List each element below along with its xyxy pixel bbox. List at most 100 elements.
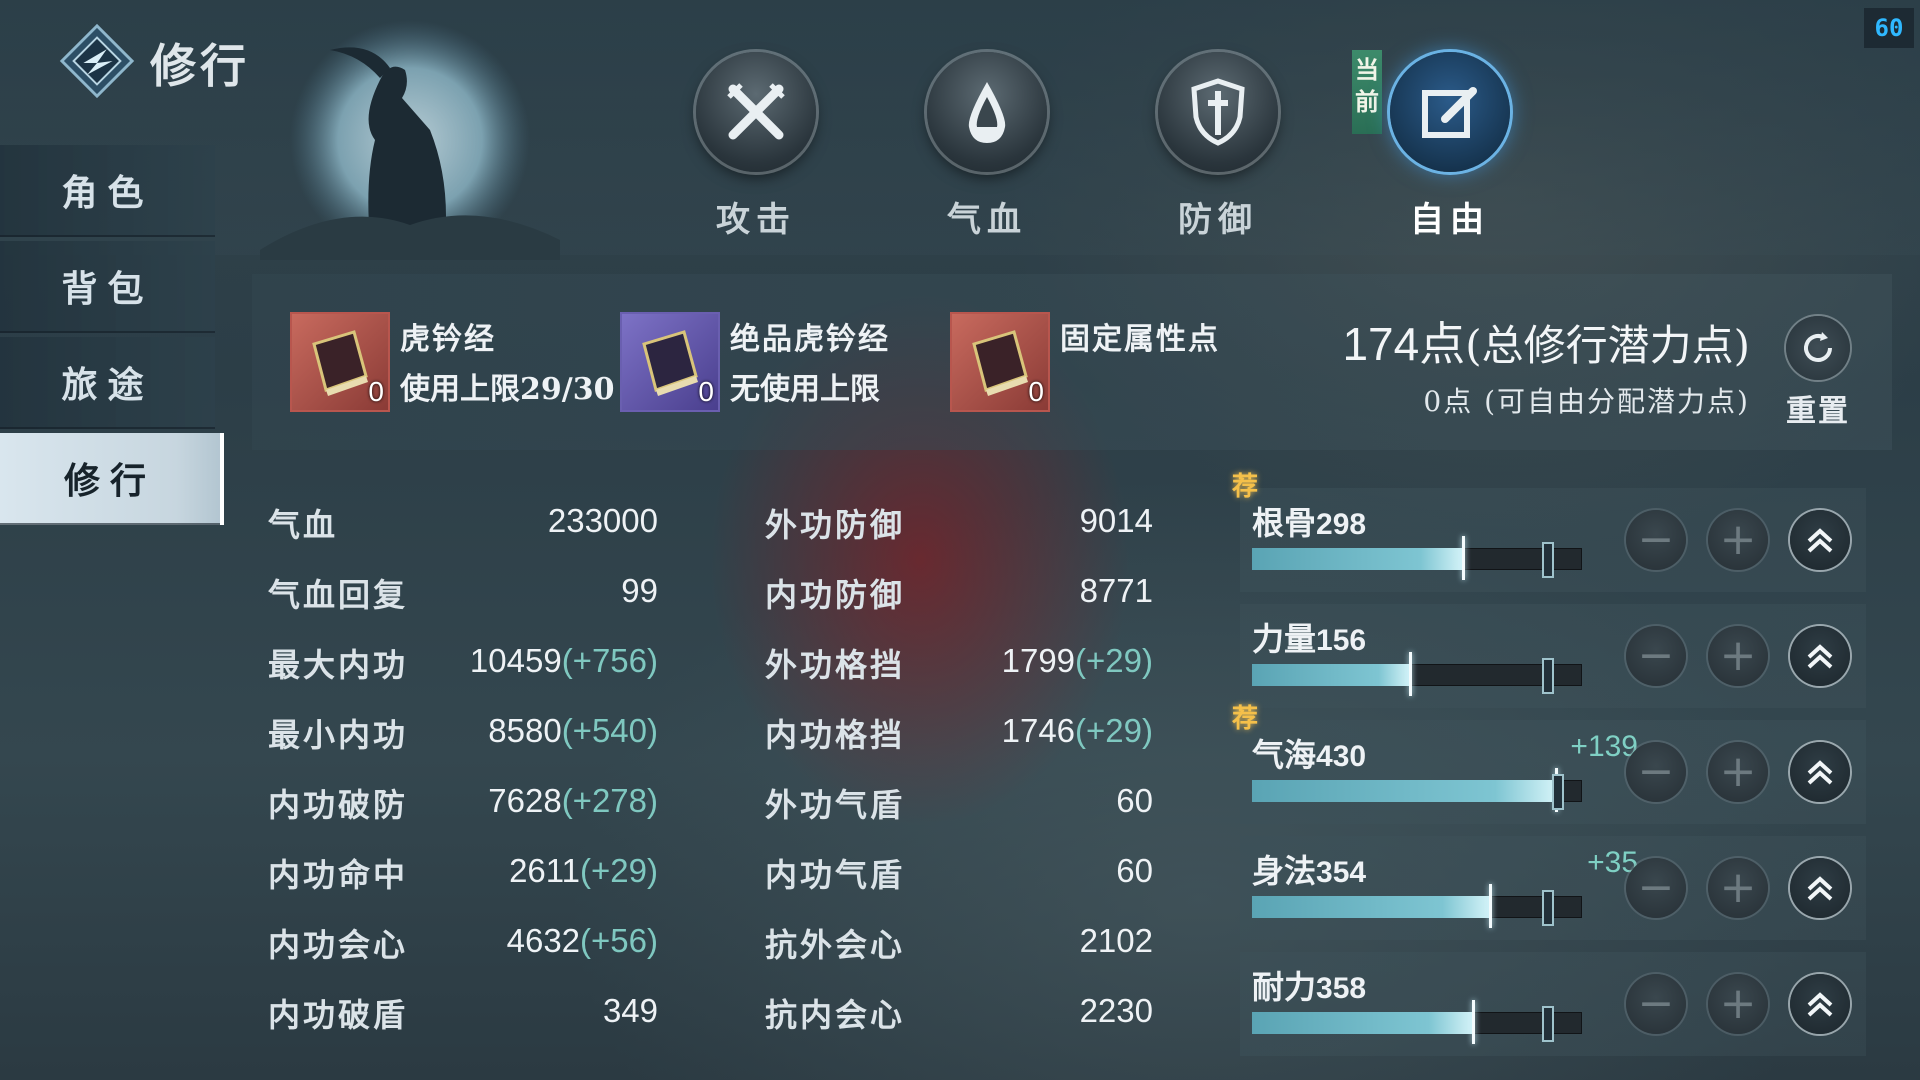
minus-button[interactable]: − [1626, 626, 1686, 686]
max-button[interactable] [1790, 742, 1850, 802]
minus-icon: − [1637, 746, 1675, 797]
stat-value: 2611(+29) [509, 852, 658, 890]
tab-defense[interactable]: 防御 [1153, 52, 1283, 241]
double-chevron-up-icon [1807, 992, 1833, 1017]
reset-label: 重置 [1786, 394, 1850, 429]
tab-free[interactable]: 自由 [1385, 52, 1515, 241]
plus-button[interactable]: + [1708, 742, 1768, 802]
reset-button[interactable]: 重置 [1782, 316, 1854, 430]
tab-attack[interactable]: 攻击 [691, 52, 821, 241]
stat-value: 1799(+29) [1002, 642, 1153, 680]
stat-row: 气血 233000 [268, 500, 658, 560]
attribute-value: 358 [1316, 972, 1367, 1005]
sidebar-item-cultivation[interactable]: 修行 [0, 433, 220, 525]
plus-button[interactable]: + [1708, 510, 1768, 570]
sidebar-item-journey[interactable]: 旅途 [0, 337, 215, 429]
stat-value: 10459(+756) [470, 642, 658, 680]
attribute-slider-fill [1252, 664, 1410, 686]
stat-base: 1746 [1001, 712, 1076, 749]
item-name: 绝品虎钤经 [730, 322, 890, 357]
stat-name: 内功会心 [268, 926, 409, 964]
item-count: 0 [1028, 376, 1044, 407]
attribute-slider[interactable] [1252, 884, 1582, 928]
stat-name: 内功防御 [765, 576, 906, 614]
minus-button[interactable]: − [1626, 974, 1686, 1034]
minus-button[interactable]: − [1626, 742, 1686, 802]
item-count: 0 [368, 376, 384, 407]
stat-value: 2102 [1080, 922, 1153, 960]
stat-name: 气血 [268, 506, 339, 544]
max-button[interactable] [1790, 858, 1850, 918]
plus-button[interactable]: + [1708, 626, 1768, 686]
attribute-slider-handle[interactable] [1409, 652, 1412, 696]
max-button[interactable] [1790, 510, 1850, 570]
attribute-value: 298 [1316, 508, 1367, 541]
stat-name: 内功命中 [268, 856, 409, 894]
attribute-row-endurance: 耐力358 − + [1240, 952, 1866, 1056]
attribute-slider-handle[interactable] [1462, 536, 1465, 580]
minus-icon: − [1637, 862, 1675, 913]
stat-base: 349 [602, 992, 658, 1029]
edit-icon [1390, 52, 1510, 172]
attribute-label: 耐力 [1252, 968, 1317, 1006]
item-name: 固定属性点 [1060, 322, 1220, 357]
attribute-slider[interactable] [1252, 768, 1582, 812]
stat-base: 2230 [1079, 992, 1153, 1029]
stat-value: 8580(+540) [488, 712, 658, 750]
stat-base: 8771 [1079, 572, 1153, 609]
plus-button[interactable]: + [1708, 974, 1768, 1034]
character-moon-art [260, 20, 560, 260]
attribute-label: 身法 [1252, 852, 1317, 890]
sidebar-item-bag[interactable]: 背包 [0, 241, 215, 333]
attribute-slider[interactable] [1252, 1000, 1582, 1044]
stat-base: 8580 [488, 712, 562, 749]
stat-bonus: (+756) [561, 642, 658, 679]
stat-name: 外功防御 [765, 506, 906, 544]
stat-bonus: (+29) [1075, 642, 1153, 679]
plus-button[interactable]: + [1708, 858, 1768, 918]
shield-icon [1158, 52, 1278, 172]
attribute-name: 根骨298 [1252, 498, 1366, 544]
attribute-name: 身法354 [1252, 846, 1366, 892]
stat-bonus: (+56) [580, 922, 658, 959]
attribute-slider-handle[interactable] [1489, 884, 1492, 928]
minus-button[interactable]: − [1626, 510, 1686, 570]
max-button[interactable] [1790, 626, 1850, 686]
page-title: 修行 [150, 39, 250, 93]
attribute-name: 耐力358 [1252, 962, 1366, 1008]
attribute-slider[interactable] [1252, 536, 1582, 580]
minus-button[interactable]: − [1626, 858, 1686, 918]
stat-base: 10459 [469, 642, 562, 679]
stat-value: 233000 [548, 502, 658, 540]
tab-label: 自由 [1410, 200, 1490, 240]
double-chevron-up-icon [1807, 528, 1833, 553]
book-icon: 0 [290, 312, 390, 412]
attribute-bonus: +35 [1587, 846, 1638, 879]
attribute-name: 力量156 [1252, 614, 1366, 660]
stat-row: 外功格挡 1799(+29) [765, 640, 1153, 700]
attribute-slider-marker [1542, 890, 1554, 926]
attribute-value: 430 [1316, 740, 1367, 773]
tab-health[interactable]: 气血 [922, 52, 1052, 241]
item-name: 虎钤经 [400, 322, 496, 357]
max-button[interactable] [1790, 974, 1850, 1034]
stat-name: 内功破盾 [268, 996, 409, 1034]
minus-icon: − [1637, 514, 1675, 565]
blood-drop-icon [927, 52, 1047, 172]
stat-row: 外功气盾 60 [765, 780, 1153, 840]
attribute-slider-marker [1542, 542, 1554, 578]
stat-name: 抗内会心 [765, 996, 906, 1034]
attribute-slider-handle[interactable] [1472, 1000, 1475, 1044]
sidebar-item-label: 背包 [61, 268, 154, 310]
plus-icon: + [1719, 978, 1757, 1029]
attribute-value: 156 [1316, 624, 1367, 657]
stat-row: 内功格挡 1746(+29) [765, 710, 1153, 770]
attribute-name: 气海430 [1252, 730, 1366, 776]
stat-value: 2230 [1080, 992, 1153, 1030]
sidebar-item-character[interactable]: 角色 [0, 145, 215, 237]
stat-row: 最小内功 8580(+540) [268, 710, 658, 770]
attribute-slider[interactable] [1252, 652, 1582, 696]
stat-row: 内功会心 4632(+56) [268, 920, 658, 980]
attribute-slider-fill [1252, 548, 1463, 570]
total-points-value: 174点 [1342, 318, 1466, 370]
